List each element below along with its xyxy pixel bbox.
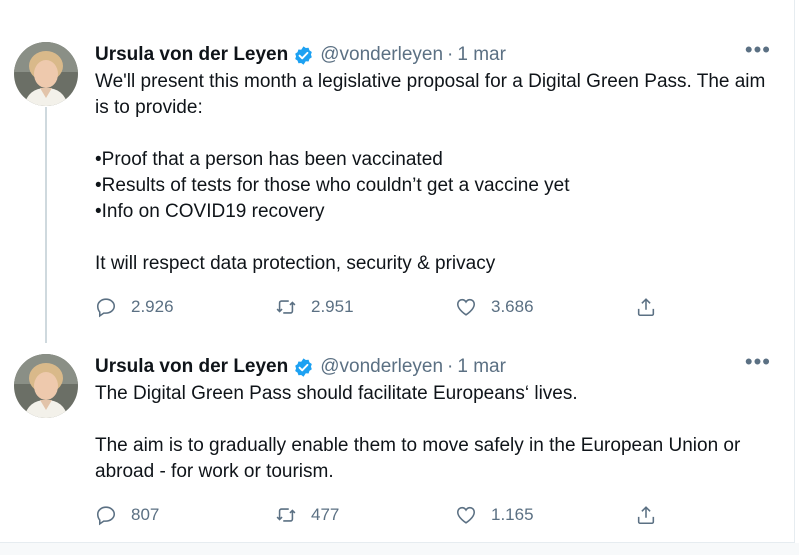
reply-button[interactable]: 807 — [95, 504, 159, 526]
avatar[interactable] — [14, 42, 78, 106]
heart-icon — [456, 298, 476, 316]
tweet-text: The Digital Green Pass should facilitate… — [95, 383, 741, 482]
like-button[interactable]: 1.165 — [455, 504, 534, 526]
share-icon — [637, 506, 655, 525]
avatar[interactable] — [14, 354, 78, 418]
tweet-actions: 807 477 1.165 — [95, 500, 675, 530]
retweet-count: 2.951 — [311, 297, 354, 316]
retweet-button[interactable]: 2.951 — [275, 296, 354, 318]
reply-count: 2.926 — [131, 297, 174, 316]
like-count: 1.165 — [491, 505, 534, 524]
heart-icon — [456, 506, 476, 524]
retweet-button[interactable]: 477 — [275, 504, 339, 526]
tweet-date[interactable]: 1 mar — [457, 44, 506, 66]
author-name[interactable]: Ursula von der Leyen — [95, 44, 288, 66]
tweet-content: Ursula von der Leyen @vonderleyen · 1 ma… — [95, 351, 771, 485]
reply-button[interactable]: 2.926 — [95, 296, 174, 318]
tweet-content: Ursula von der Leyen @vonderleyen · 1 ma… — [95, 39, 771, 277]
more-options-icon[interactable]: ••• — [745, 39, 771, 61]
tweet-date[interactable]: 1 mar — [457, 356, 506, 378]
meta-separator: · — [447, 44, 454, 65]
tweet-header: Ursula von der Leyen @vonderleyen · 1 ma… — [95, 351, 771, 380]
reply-icon — [96, 298, 116, 318]
bottom-strip — [0, 543, 799, 555]
verified-badge-icon — [293, 357, 314, 378]
share-button[interactable] — [635, 504, 657, 526]
more-options-icon[interactable]: ••• — [745, 351, 771, 373]
share-icon — [637, 298, 655, 317]
verified-badge-icon — [293, 45, 314, 66]
retweet-count: 477 — [311, 505, 340, 524]
retweet-icon — [276, 508, 296, 522]
reply-icon — [96, 506, 116, 526]
author-handle[interactable]: @vonderleyen — [320, 356, 443, 378]
tweet-actions: 2.926 2.951 3.686 — [95, 292, 675, 322]
like-button[interactable]: 3.686 — [455, 296, 534, 318]
author-name[interactable]: Ursula von der Leyen — [95, 356, 288, 378]
share-button[interactable] — [635, 296, 657, 318]
author-handle[interactable]: @vonderleyen — [320, 44, 443, 66]
tweet-header: Ursula von der Leyen @vonderleyen · 1 ma… — [95, 39, 771, 68]
like-count: 3.686 — [491, 297, 534, 316]
retweet-icon — [276, 300, 296, 314]
thread-connector-line — [45, 107, 47, 343]
tweet-text: We'll present this month a legislative p… — [95, 71, 766, 274]
meta-separator: · — [447, 356, 454, 377]
reply-count: 807 — [131, 505, 160, 524]
